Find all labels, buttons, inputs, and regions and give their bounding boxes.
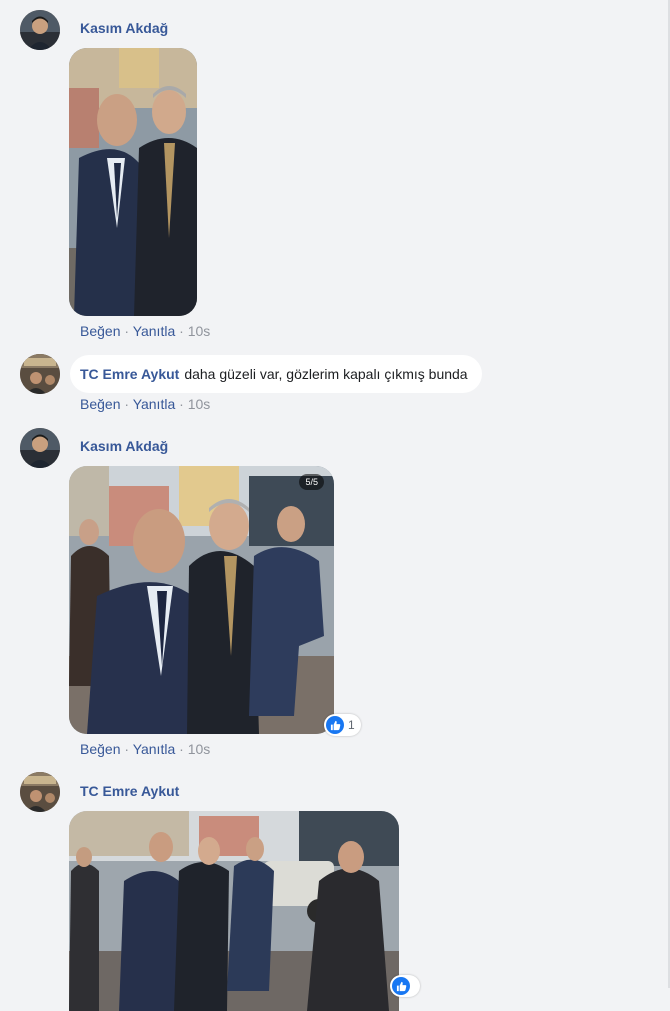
comment-actions: Beğen · Yanıtla · 10s <box>80 396 210 412</box>
comment-photo[interactable]: 5/5 <box>69 466 334 734</box>
avatar[interactable] <box>20 10 60 50</box>
like-link[interactable]: Beğen <box>80 741 120 757</box>
separator: · <box>175 396 188 412</box>
reaction-badge[interactable] <box>390 975 420 997</box>
comment-actions: Beğen · Yanıtla · 10s <box>80 741 210 757</box>
avatar[interactable] <box>20 428 60 468</box>
avatar[interactable] <box>20 772 60 812</box>
comment-bubble: TC Emre Aykut daha güzeli var, gözlerim … <box>70 355 482 393</box>
timestamp[interactable]: 10s <box>188 741 211 757</box>
reply-link[interactable]: Yanıtla <box>133 323 176 339</box>
separator: · <box>175 741 188 757</box>
avatar[interactable] <box>20 354 60 394</box>
separator: · <box>120 741 133 757</box>
reaction-count: 1 <box>348 718 355 732</box>
separator: · <box>120 323 133 339</box>
timestamp[interactable]: 10s <box>188 323 211 339</box>
reply-link[interactable]: Yanıtla <box>133 396 176 412</box>
like-icon <box>392 977 410 995</box>
comment-text: daha güzeli var, gözlerim kapalı çıkmış … <box>184 366 468 382</box>
timestamp[interactable]: 10s <box>188 396 211 412</box>
comment-author[interactable]: TC Emre Aykut <box>80 366 179 382</box>
photo-counter: 5/5 <box>299 474 324 490</box>
comment-author[interactable]: TC Emre Aykut <box>80 783 179 799</box>
like-link[interactable]: Beğen <box>80 323 120 339</box>
like-link[interactable]: Beğen <box>80 396 120 412</box>
comment-author[interactable]: Kasım Akdağ <box>80 438 168 454</box>
comment-photo[interactable] <box>69 811 399 1011</box>
comment-actions: Beğen · Yanıtla · 10s <box>80 323 210 339</box>
comment-photo[interactable] <box>69 48 197 316</box>
separator: · <box>175 323 188 339</box>
like-icon <box>326 716 344 734</box>
reply-link[interactable]: Yanıtla <box>133 741 176 757</box>
separator: · <box>120 396 133 412</box>
comment-author[interactable]: Kasım Akdağ <box>80 20 168 36</box>
reaction-badge[interactable]: 1 <box>324 714 361 736</box>
